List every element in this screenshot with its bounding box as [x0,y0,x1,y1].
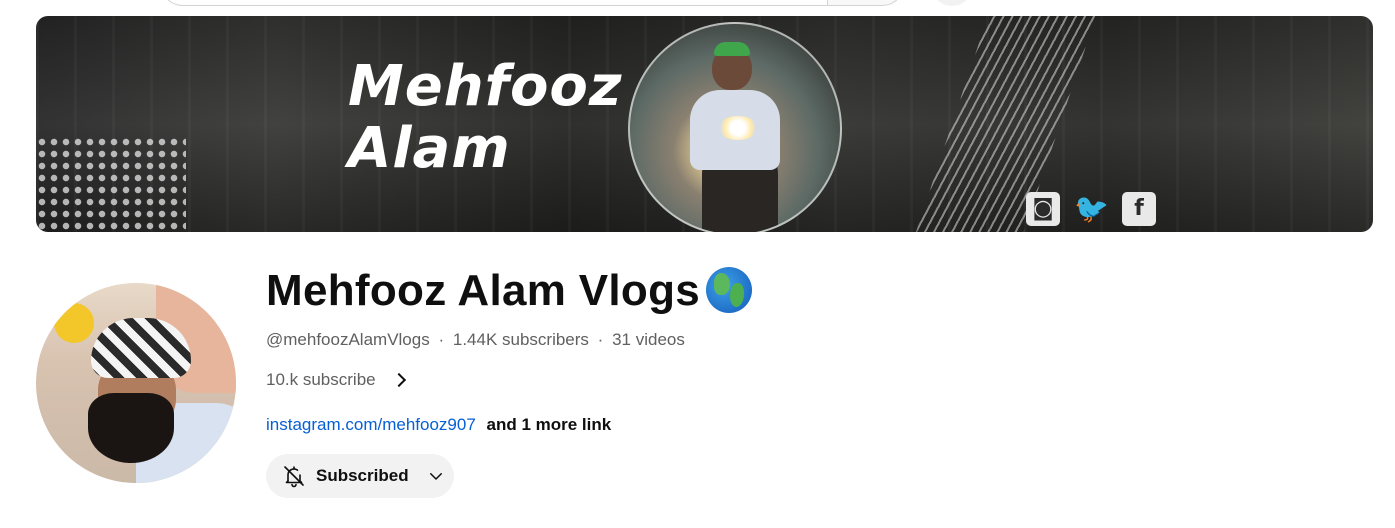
globe-icon [706,267,752,313]
channel-avatar[interactable] [36,283,236,483]
banner-title: Mehfooz Alam [348,56,622,180]
meta-separator: · [597,330,604,349]
channel-banner: Mehfooz Alam ◙ 🐦 f [36,16,1373,232]
banner-title-line1: Mehfooz [348,54,623,119]
chevron-right-icon [391,372,406,388]
subscribed-label: Subscribed [316,466,409,485]
banner-dot-pattern [36,136,186,232]
instagram-link[interactable]: instagram.com/mehfooz907 [266,415,476,434]
more-links-button[interactable]: and 1 more link [487,415,612,434]
instagram-icon: ◙ [1026,192,1060,226]
voice-search-button[interactable] [931,0,973,6]
subscriber-count: 1.44K subscribers [452,330,589,349]
chevron-down-icon [429,473,442,480]
banner-title-line2: Alam [348,116,511,181]
top-bar [0,0,1395,10]
facebook-icon: f [1122,192,1156,226]
banner-social-icons: ◙ 🐦 f [1026,192,1156,226]
channel-handle: @mehfoozAlamVlogs [266,330,430,349]
channel-links: instagram.com/mehfooz907 and 1 more link [266,414,611,436]
banner-photo [628,22,842,232]
meta-separator: · [438,330,445,349]
search-input[interactable] [160,0,828,6]
channel-description-text: 10.k subscribe [266,370,376,389]
channel-meta: @mehfoozAlamVlogs · 1.44K subscribers · … [266,329,685,351]
bell-off-icon [284,466,304,488]
subscribed-button[interactable]: Subscribed [266,454,454,498]
search-button[interactable] [827,0,905,6]
video-count: 31 videos [612,330,685,349]
channel-name: Mehfooz Alam Vlogs [266,266,701,315]
channel-description-link[interactable]: 10.k subscribe [266,369,406,391]
twitter-icon: 🐦 [1074,192,1109,225]
